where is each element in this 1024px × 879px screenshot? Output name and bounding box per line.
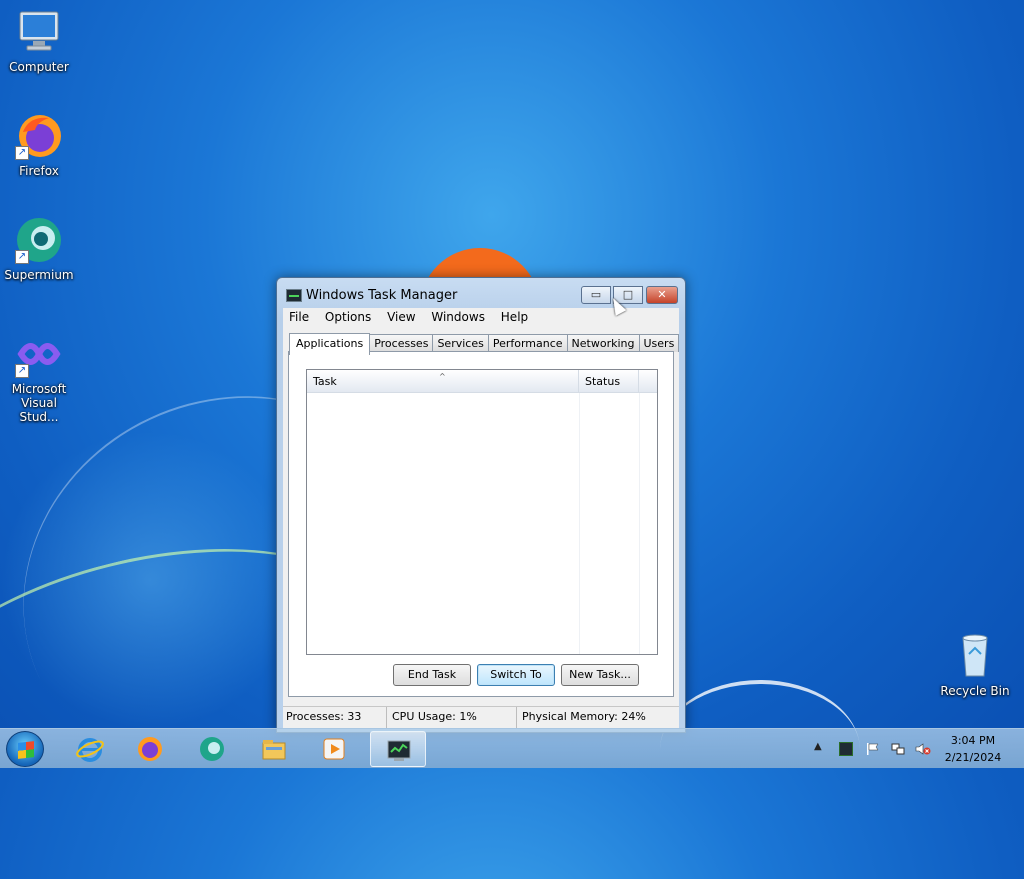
column-label: Task [313,375,337,388]
task-manager-window: Windows Task Manager ▭ □ ✕ File Options … [276,277,686,733]
menu-file[interactable]: File [283,308,315,326]
taskbar-task-manager[interactable] [370,731,426,767]
close-button[interactable]: ✕ [646,286,678,304]
menu-options[interactable]: Options [319,308,377,326]
desktop-icon-label: Microsoft Visual Stud... [11,382,67,424]
column-gridline [639,393,640,654]
status-processes: Processes: 33 [283,707,387,728]
column-header-status[interactable]: Status [579,370,639,392]
desktop-icon-label: Firefox [19,164,59,178]
task-manager-tray-icon[interactable] [839,742,853,756]
task-manager-icon [387,740,411,761]
switch-to-button[interactable]: Switch To [477,664,555,686]
clock-date: 2/21/2024 [944,751,1002,764]
show-hidden-icons-icon[interactable]: ▲ [814,741,828,755]
column-gridline [579,393,580,654]
desktop-icon-visual-studio[interactable]: ↗ Microsoft Visual Stud... [0,330,78,424]
tab-users[interactable]: Users [638,334,680,352]
computer-icon [15,8,63,56]
taskbar-supermium[interactable] [184,731,240,767]
desktop-icon-label: Supermium [4,268,74,282]
supermium-icon [200,737,224,761]
window-client-area: Applications Processes Services Performance… [283,326,680,706]
column-label: Status [585,375,621,388]
start-button[interactable] [6,731,44,767]
sort-arrow-icon: ^ [439,372,446,381]
taskbar: ▲ 3:04 PM 2/21/2024 [0,728,1024,768]
desktop-icon-label: Recycle Bin [940,684,1010,698]
column-header-task[interactable]: ^ Task [307,370,579,392]
taskbar-media-player[interactable] [306,731,362,767]
minimize-button[interactable]: ▭ [581,286,611,304]
firefox-icon [138,737,162,761]
end-task-button[interactable]: End Task [393,664,471,686]
file-explorer-icon [262,740,286,760]
tab-processes[interactable]: Processes [369,334,434,352]
tab-strip: Applications Processes Services Performance… [289,330,680,355]
desktop-icon-recycle-bin[interactable]: Recycle Bin [936,632,1014,698]
window-title: Windows Task Manager [306,288,458,303]
action-center-flag-icon[interactable] [866,742,880,756]
status-cpu-usage: CPU Usage: 1% [387,707,517,728]
taskbar-internet-explorer[interactable] [62,731,118,767]
menu-windows[interactable]: Windows [425,308,491,326]
supermium-icon: ↗ [15,216,63,264]
tab-performance[interactable]: Performance [487,334,568,352]
shortcut-arrow-icon: ↗ [15,250,29,264]
desktop-icon-supermium[interactable]: ↗ Supermium [0,216,78,282]
network-icon[interactable] [891,742,905,756]
taskbar-clock[interactable]: 3:04 PM 2/21/2024 [928,732,1018,766]
desktop-icon-firefox[interactable]: ↗ Firefox [0,112,78,178]
shortcut-arrow-icon: ↗ [15,146,29,160]
new-task-button[interactable]: New Task... [561,664,639,686]
list-header: ^ Task Status [307,370,657,393]
shortcut-arrow-icon: ↗ [15,364,29,378]
tab-services[interactable]: Services [432,334,489,352]
tab-networking[interactable]: Networking [566,334,640,352]
desktop-icon-label: Computer [9,60,69,74]
applications-panel: ^ Task Status End Task Switch To New Tas… [288,351,674,697]
recycle-bin-icon [951,632,999,680]
tab-applications[interactable]: Applications [289,333,371,355]
clock-time: 3:04 PM [950,734,996,747]
status-physical-memory: Physical Memory: 24% [522,710,646,723]
menu-help[interactable]: Help [495,308,534,326]
status-bar: Processes: 33 CPU Usage: 1% Physical Mem… [283,706,679,728]
taskbar-file-explorer[interactable] [246,731,302,767]
menu-view[interactable]: View [381,308,421,326]
visual-studio-icon: ↗ [15,330,63,378]
media-player-icon [323,738,345,760]
applications-list[interactable]: ^ Task Status [306,369,658,655]
internet-explorer-icon [76,738,104,762]
firefox-icon: ↗ [15,112,63,160]
desktop-icon-computer[interactable]: Computer [0,8,78,74]
task-manager-icon [286,289,302,302]
volume-muted-icon[interactable] [915,742,931,756]
taskbar-firefox[interactable] [122,731,178,767]
